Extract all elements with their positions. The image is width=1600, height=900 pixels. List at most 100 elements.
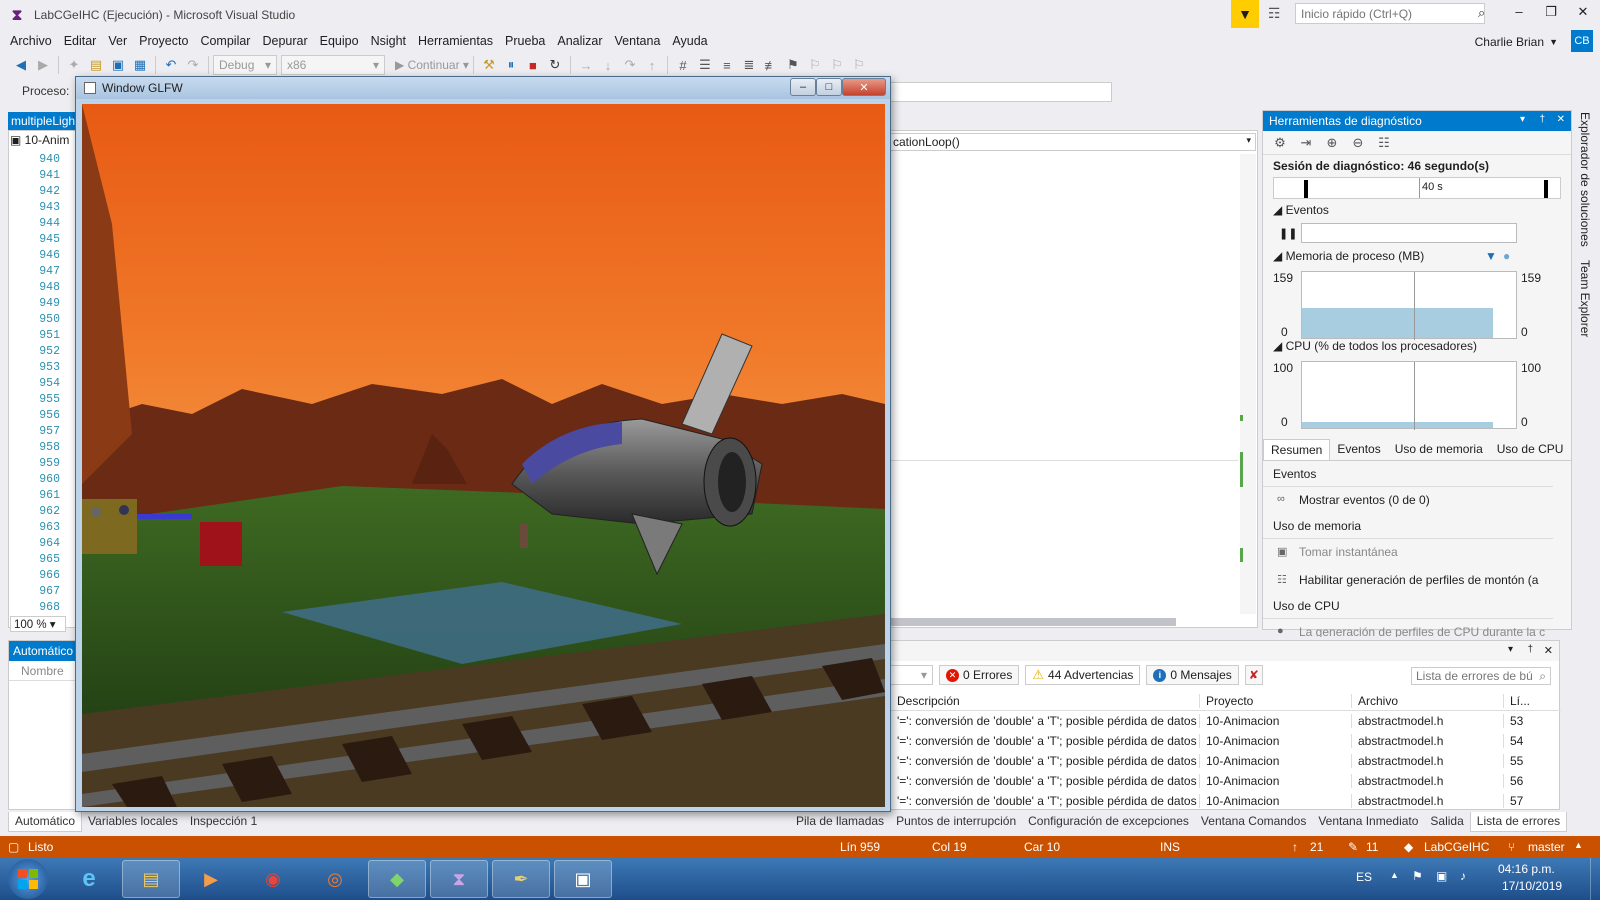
chevron-up-icon[interactable]: ▲	[1574, 840, 1583, 850]
attach-icon[interactable]: ⚒	[478, 55, 500, 75]
menu-compilar[interactable]: Compilar	[194, 34, 256, 48]
take-snapshot-button[interactable]: ▣ Tomar instantánea	[1263, 539, 1553, 567]
menu-ayuda[interactable]: Ayuda	[666, 34, 713, 48]
memory-section-title[interactable]: ◢ Memoria de proceso (MB)	[1263, 245, 1434, 267]
cpu-profiling-link[interactable]: ● La generación de perfiles de CPU durant…	[1263, 619, 1553, 637]
show-desktop-button[interactable]	[1590, 858, 1600, 900]
open-folder-icon[interactable]: ▤	[85, 55, 107, 75]
chevron-up-icon[interactable]: ▲	[1390, 870, 1399, 880]
menu-herramientas[interactable]: Herramientas	[412, 34, 499, 48]
chrome-icon[interactable]: ◉	[244, 860, 302, 898]
quick-launch-input[interactable]	[1295, 3, 1485, 24]
tab-watch[interactable]: Inspección 1	[184, 812, 263, 832]
feedback-icon[interactable]: ☶	[1268, 5, 1281, 22]
column-header-project[interactable]: Proyecto	[1199, 693, 1351, 708]
branch-name[interactable]: master	[1528, 840, 1565, 854]
clear-filter-button[interactable]: ✘	[1244, 665, 1263, 685]
warnings-filter-button[interactable]: ⚠ 44 Advertencias	[1025, 665, 1141, 685]
paint-icon[interactable]: ✒	[492, 860, 550, 898]
glfw-window[interactable]: Window GLFW – □ ✕	[75, 76, 891, 812]
platform-select[interactable]: x86 ▾	[281, 55, 385, 75]
bookmark-icon[interactable]: ⚑	[782, 55, 804, 75]
column-header-file[interactable]: Archivo	[1351, 693, 1503, 708]
network-icon[interactable]: ▣	[1436, 869, 1447, 883]
menu-equipo[interactable]: Equipo	[314, 34, 365, 48]
search-icon[interactable]: ⌕	[1478, 5, 1485, 21]
save-all-icon[interactable]: ▦	[129, 55, 151, 75]
tab-locals[interactable]: Variables locales	[82, 812, 184, 832]
restore-button[interactable]: ❐	[1540, 4, 1562, 24]
unpushed-count[interactable]: 21	[1310, 840, 1323, 854]
column-header-name[interactable]: Nombre	[9, 661, 79, 681]
close-button[interactable]: ✕	[842, 78, 886, 96]
tab-exception-settings[interactable]: Configuración de excepciones	[1022, 812, 1195, 832]
hex-display-icon[interactable]: #	[672, 55, 694, 75]
column-header-description[interactable]: Descripción	[881, 694, 1199, 708]
git-app-icon[interactable]: ◆	[368, 860, 426, 898]
comment-icon[interactable]: ≣	[738, 55, 760, 75]
heap-profiling-checkbox[interactable]: ☷ Habilitar generación de perfiles de mon…	[1263, 567, 1553, 595]
clock-time[interactable]: 04:16 p.m.	[1498, 862, 1555, 876]
tab-uso-cpu[interactable]: Uso de CPU	[1490, 439, 1571, 460]
repo-icon[interactable]: ◆	[1404, 840, 1413, 854]
media-player-icon[interactable]: ▶	[182, 860, 240, 898]
notification-filter-icon[interactable]: ▼	[1231, 0, 1259, 28]
menu-editar[interactable]: Editar	[58, 34, 103, 48]
thread-icon[interactable]: ☰	[694, 55, 716, 75]
minimize-button[interactable]: –	[790, 78, 816, 96]
clock-date[interactable]: 17/10/2019	[1502, 879, 1562, 893]
menu-depurar[interactable]: Depurar	[256, 34, 313, 48]
repo-name[interactable]: LabCGeIHC	[1424, 840, 1489, 854]
new-project-icon[interactable]: ✦	[63, 55, 85, 75]
pencil-icon[interactable]: ✎	[1348, 840, 1358, 854]
branch-icon[interactable]: ⑂	[1508, 840, 1515, 854]
timeline-ruler[interactable]: 40 s	[1273, 177, 1561, 199]
menu-ventana[interactable]: Ventana	[609, 34, 667, 48]
errors-filter-button[interactable]: ✕ 0 Errores	[939, 665, 1020, 685]
tab-eventos[interactable]: Eventos	[1330, 439, 1387, 460]
next-bookmark-icon[interactable]: ⚐	[826, 55, 848, 75]
member-navigation[interactable]: cationLoop() ▾	[888, 133, 1256, 151]
volume-icon[interactable]: ♪	[1460, 869, 1466, 883]
tab-document[interactable]: multipleLigh	[8, 112, 80, 130]
vertical-scrollbar[interactable]	[1240, 154, 1256, 614]
chevron-down-icon[interactable]: ▾	[1508, 644, 1513, 655]
forward-icon[interactable]: ▶	[32, 55, 54, 75]
tab-uso-memoria[interactable]: Uso de memoria	[1388, 439, 1490, 460]
glfw-title-bar[interactable]: Window GLFW – □ ✕	[76, 77, 890, 99]
table-row[interactable]: '=': conversión de 'double' a 'T'; posib…	[881, 751, 1561, 771]
zoom-in-icon[interactable]: ⊕	[1321, 133, 1343, 153]
tab-call-stack[interactable]: Pila de llamadas	[790, 812, 890, 832]
horizontal-scrollbar[interactable]	[880, 618, 1176, 626]
visual-studio-icon[interactable]: ⧗	[430, 860, 488, 898]
tab-immediate-window[interactable]: Ventana Inmediato	[1312, 812, 1424, 832]
tab-solution-explorer[interactable]: Explorador de soluciones	[1578, 112, 1592, 247]
chevron-down-icon[interactable]: ▼	[1549, 37, 1558, 47]
prev-bookmark-icon[interactable]: ⚐	[804, 55, 826, 75]
chevron-down-icon[interactable]: ▾	[1520, 114, 1525, 125]
search-input[interactable]: Lista de errores de bú ⌕	[1411, 667, 1551, 685]
language-indicator[interactable]: ES	[1356, 870, 1372, 884]
tab-error-list[interactable]: Lista de errores	[1469, 812, 1568, 832]
tab-autos[interactable]: Automático	[8, 812, 83, 832]
minimize-button[interactable]: –	[1508, 4, 1530, 24]
tab-output[interactable]: Salida	[1424, 812, 1469, 832]
pause-icon[interactable]: ❚❚	[1279, 227, 1297, 240]
save-icon[interactable]: ▣	[107, 55, 129, 75]
menu-nsight[interactable]: Nsight	[365, 34, 412, 48]
thread-select[interactable]	[880, 82, 1112, 102]
clear-bookmarks-icon[interactable]: ⚐	[848, 55, 870, 75]
messages-filter-button[interactable]: i 0 Mensajes	[1146, 665, 1239, 685]
show-next-statement-icon[interactable]: →	[575, 55, 597, 75]
zoom-select[interactable]: 100 % ▾	[10, 616, 66, 632]
close-icon[interactable]: ✕	[1544, 644, 1553, 657]
continue-button[interactable]: ▶ Continuar ▾	[395, 58, 469, 72]
tab-team-explorer[interactable]: Team Explorer	[1578, 260, 1592, 337]
restart-icon[interactable]: ↻	[544, 55, 566, 75]
step-over-icon[interactable]: ↷	[619, 55, 641, 75]
step-out-icon[interactable]: ↑	[641, 55, 663, 75]
gear-icon[interactable]: ⚙	[1269, 133, 1291, 153]
blender-icon[interactable]: ◎	[306, 860, 364, 898]
table-row[interactable]: '=': conversión de 'double' a 'T'; posib…	[881, 731, 1561, 751]
tab-breakpoints[interactable]: Puntos de interrupción	[890, 812, 1022, 832]
